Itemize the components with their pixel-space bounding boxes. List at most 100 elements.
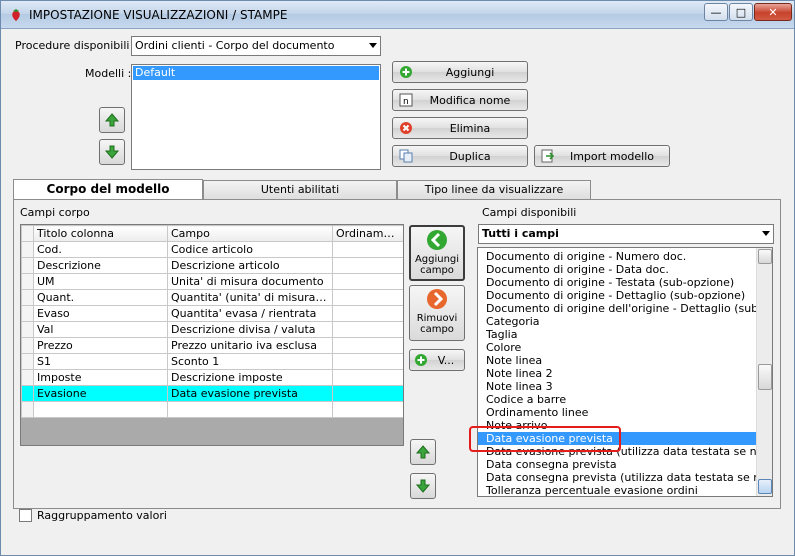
table-cell[interactable]: Data evasione prevista	[167, 385, 333, 402]
campi-filter-select[interactable]: Tutti i campi	[478, 224, 774, 244]
column-header[interactable]: Ordinamento	[332, 225, 403, 242]
table-cell[interactable]	[332, 353, 403, 370]
row-indicator[interactable]	[21, 337, 34, 354]
procedure-select[interactable]: Ordini clienti - Corpo del documento	[131, 36, 381, 56]
table-cell[interactable]: Quant.	[33, 289, 168, 306]
table-row[interactable]: Descrizione Descrizione articolo	[21, 257, 403, 274]
row-indicator[interactable]	[21, 257, 34, 274]
column-header[interactable]: Titolo colonna	[33, 225, 168, 242]
table-row[interactable]: Evasione Data evasione prevista	[21, 385, 403, 402]
scroll-down-button[interactable]	[758, 479, 772, 494]
table-cell[interactable]: Evaso	[33, 305, 168, 322]
tab-tipo-linee[interactable]: Tipo linee da visualizzare	[397, 180, 591, 200]
list-item[interactable]: Taglia	[478, 328, 758, 341]
table-cell[interactable]	[332, 289, 403, 306]
campi-disponibili-list[interactable]: Documento di origine - Numero doc. Docume…	[477, 247, 773, 497]
row-indicator[interactable]	[21, 289, 34, 306]
field-move-down-button[interactable]	[410, 473, 436, 499]
list-item[interactable]: Documento di origine - Testata (sub-opzi…	[478, 276, 758, 289]
table-cell[interactable]	[332, 305, 403, 322]
import-modello-button[interactable]: Import modello	[534, 145, 670, 167]
list-item[interactable]: Default	[133, 66, 379, 80]
table-cell[interactable]	[332, 321, 403, 338]
table-row[interactable]: Quant.Quantita' (unita' di misura docum.…	[21, 289, 403, 306]
list-item[interactable]: Documento di origine - Dettaglio (sub-op…	[478, 289, 758, 302]
minimize-button[interactable]: —	[704, 3, 728, 21]
list-item[interactable]: Ordinamento linee	[478, 406, 758, 419]
row-indicator[interactable]	[21, 241, 34, 258]
row-indicator[interactable]	[21, 401, 34, 418]
modelli-list[interactable]: Default	[131, 64, 381, 170]
v-button[interactable]: V...	[409, 349, 465, 371]
table-row[interactable]	[21, 401, 403, 418]
column-header[interactable]: Campo	[167, 225, 333, 242]
row-indicator[interactable]	[21, 385, 34, 402]
move-up-button[interactable]	[99, 107, 125, 133]
list-item[interactable]: Note linea 3	[478, 380, 758, 393]
table-cell[interactable]	[332, 257, 403, 274]
raggruppamento-checkbox[interactable]	[19, 509, 32, 522]
campi-corpo-grid[interactable]: Titolo colonna Campo Ordinamento Cod. Cod…	[20, 224, 404, 446]
table-cell[interactable]	[167, 401, 333, 418]
table-cell[interactable]: Imposte	[33, 369, 168, 386]
duplica-button[interactable]: Duplica	[392, 145, 528, 167]
list-item[interactable]: Note linea 2	[478, 367, 758, 380]
list-item[interactable]: Colore	[478, 341, 758, 354]
list-item[interactable]: Data consegna prevista	[478, 458, 758, 471]
table-row[interactable]: Val Descrizione divisa / valuta	[21, 321, 403, 338]
maximize-button[interactable]: □	[729, 3, 753, 21]
aggiungi-campo-button[interactable]: Aggiungi campo	[409, 225, 465, 281]
close-button[interactable]: ✕	[754, 3, 792, 21]
table-cell[interactable]: Descrizione imposte	[167, 369, 333, 386]
scroll-thumb[interactable]	[758, 364, 772, 390]
table-cell[interactable]: Quantita' evasa / rientrata	[167, 305, 333, 322]
tab-corpo-modello[interactable]: Corpo del modello	[13, 179, 203, 201]
table-row[interactable]: S1 Sconto 1	[21, 353, 403, 370]
table-cell[interactable]	[332, 401, 403, 418]
table-cell[interactable]: Descrizione	[33, 257, 168, 274]
row-indicator[interactable]	[21, 321, 34, 338]
list-item[interactable]: Documento di origine - Data doc.	[478, 263, 758, 276]
table-row[interactable]: Prezzo Prezzo unitario iva esclusa	[21, 337, 403, 354]
table-cell[interactable]: Evasione	[33, 385, 168, 402]
list-item[interactable]: Codice a barre	[478, 393, 758, 406]
table-row[interactable]: UM Unita' di misura documento	[21, 273, 403, 290]
row-indicator[interactable]	[21, 353, 34, 370]
table-cell[interactable]	[332, 241, 403, 258]
tab-utenti-abilitati[interactable]: Utenti abilitati	[203, 180, 397, 200]
table-cell[interactable]	[332, 385, 403, 402]
list-item[interactable]: Tolleranza percentuale evasione ordini	[478, 484, 758, 496]
modifica-nome-button[interactable]: n Modifica nome	[392, 89, 528, 111]
rimuovi-campo-button[interactable]: Rimuovi campo	[409, 285, 465, 341]
table-row[interactable]: Evaso Quantita' evasa / rientrata	[21, 305, 403, 322]
row-indicator[interactable]	[21, 273, 34, 290]
list-item[interactable]: Categoria	[478, 315, 758, 328]
table-row[interactable]: Imposte Descrizione imposte	[21, 369, 403, 386]
table-cell[interactable]: Descrizione articolo	[167, 257, 333, 274]
vertical-scrollbar[interactable]	[756, 248, 772, 496]
aggiungi-button[interactable]: Aggiungi	[392, 61, 528, 83]
field-move-up-button[interactable]	[410, 439, 436, 465]
table-cell[interactable]: Unita' di misura documento	[167, 273, 333, 290]
table-cell[interactable]: Cod.	[33, 241, 168, 258]
list-item[interactable]: Note linea	[478, 354, 758, 367]
elimina-button[interactable]: Elimina	[392, 117, 528, 139]
table-cell[interactable]: Prezzo unitario iva esclusa	[167, 337, 333, 354]
list-item[interactable]: Documento di origine dell'origine - Dett…	[478, 302, 758, 315]
list-item[interactable]: Data consegna prevista (utilizza data te…	[478, 471, 758, 484]
table-cell[interactable]: Descrizione divisa / valuta	[167, 321, 333, 338]
row-indicator[interactable]	[21, 305, 34, 322]
table-cell[interactable]	[332, 337, 403, 354]
table-cell[interactable]: Val	[33, 321, 168, 338]
table-cell[interactable]	[33, 401, 168, 418]
table-cell[interactable]: Codice articolo	[167, 241, 333, 258]
table-cell[interactable]: Prezzo	[33, 337, 168, 354]
scroll-up-button[interactable]	[758, 249, 772, 264]
table-cell[interactable]: S1	[33, 353, 168, 370]
row-indicator[interactable]	[21, 369, 34, 386]
table-cell[interactable]: Quantita' (unita' di misura docum...	[167, 289, 333, 306]
table-cell[interactable]: Sconto 1	[167, 353, 333, 370]
table-cell[interactable]	[332, 369, 403, 386]
move-down-button[interactable]	[99, 139, 125, 165]
table-row[interactable]: Cod. Codice articolo	[21, 241, 403, 258]
